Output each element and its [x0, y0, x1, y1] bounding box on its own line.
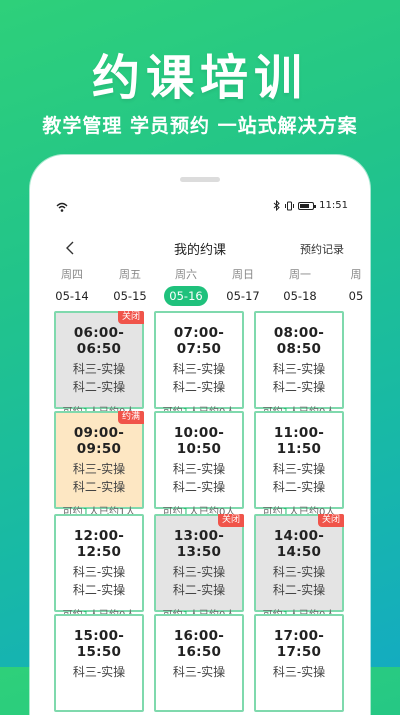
booking-records-link[interactable]: 预约记录 [300, 241, 344, 257]
date-value: 05-16 [164, 286, 208, 306]
time-slot-card[interactable]: 12:00-12:50科三-实操科二-实操可约1人已约0人 [54, 514, 144, 621]
wifi-icon [56, 202, 68, 212]
date-tab[interactable]: 周日 05-17 [215, 267, 271, 305]
time-slot-card[interactable]: 关闭06:00-06:50科三-实操科二-实操可约1人已约0人 [54, 311, 144, 418]
date-tab[interactable]: 周 05 [328, 267, 370, 305]
hero-title: 约课培训 [91, 50, 308, 106]
time-slot-card[interactable]: 15:00-15:50 科三-实操 [54, 614, 144, 712]
time-slot-card[interactable]: 关闭14:00-14:50科三-实操科二-实操可约1人已约0人 [254, 514, 344, 621]
time-slot-card[interactable]: 08:00-08:50科三-实操科二-实操可约1人已约0人 [254, 311, 344, 418]
time-slot-card[interactable]: 10:00-10:50 科三-实操 科二-实操 可约1人已约0人 [154, 411, 244, 518]
slot-course: 科三-实操 [272, 565, 326, 579]
date-weekday: 周五 [119, 268, 141, 281]
slot-course: 科二-实操 [172, 480, 226, 494]
slot-time: 15:00-15:50 [73, 628, 125, 660]
date-weekday: 周四 [61, 268, 83, 281]
slot-time: 14:00-14:50 [273, 528, 325, 560]
time-slot-card[interactable]: 16:00-16:50 科三-实操 [154, 614, 244, 712]
vibrate-icon [285, 201, 295, 210]
slot-status-tag: 关闭 [317, 514, 344, 527]
slot-course: 科三-实操 [272, 462, 326, 476]
date-value: 05-15 [113, 289, 147, 303]
date-value: 05 [348, 289, 364, 303]
nav-bar: 我的约课 预约记录 [30, 233, 370, 263]
time-slot-card[interactable]: 17:00-17:50 科三-实操 [254, 614, 344, 712]
date-value: 05-17 [226, 289, 260, 303]
slot-time: 16:00-16:50 [173, 628, 225, 660]
slot-time: 12:00-12:50 [73, 528, 125, 560]
slot-course: 科三-实操 [72, 462, 126, 476]
slot-time: 09:00-09:50 [73, 425, 125, 457]
status-bar: 11:51 [30, 199, 370, 217]
status-time: 11:51 [319, 200, 348, 211]
time-slot-card[interactable]: 关闭13:00-13:50科三-实操科二-实操可约1人已约0人 [154, 514, 244, 621]
slot-time: 06:00-06:50 [73, 325, 125, 357]
time-slot-card[interactable]: 07:00-07:50科三-实操科二-实操可约1人已约0人 [154, 311, 244, 418]
slot-course: 科二-实操 [272, 480, 326, 494]
hero-subtitle: 教学管理 学员预约 一站式解决方案 [42, 115, 358, 137]
slot-course: 科三-实操 [72, 665, 126, 679]
slot-course: 科三-实操 [172, 665, 226, 679]
slot-course: 科二-实操 [72, 480, 126, 494]
slot-status-tag: 关闭 [217, 514, 244, 527]
slot-time: 11:00-11:50 [273, 425, 325, 457]
status-icons: 11:51 [273, 200, 348, 211]
slot-course: 科三-实操 [172, 565, 226, 579]
slot-course: 科三-实操 [72, 565, 126, 579]
slot-status-tag: 约满 [117, 411, 144, 424]
date-value: 05-14 [55, 289, 89, 303]
slot-time: 10:00-10:50 [173, 425, 225, 457]
phone-speaker [180, 177, 220, 182]
date-weekday: 周一 [289, 268, 311, 281]
date-tab[interactable]: 周五 05-15 [102, 267, 158, 305]
battery-icon [298, 201, 317, 210]
slot-course: 科三-实操 [172, 362, 226, 376]
date-tab[interactable]: 周一 05-18 [272, 267, 328, 305]
slot-course: 科三-实操 [72, 362, 126, 376]
slot-time: 13:00-13:50 [173, 528, 225, 560]
slot-time: 17:00-17:50 [273, 628, 325, 660]
date-value: 05-18 [283, 289, 317, 303]
slot-course: 科二-实操 [272, 380, 326, 394]
time-slot-card[interactable]: 约满 09:00-09:50 科三-实操 科二-实操 可约1人已约1人 [54, 411, 144, 518]
date-tab[interactable]: 周四 05-14 [44, 267, 100, 305]
slot-course: 科二-实操 [172, 380, 226, 394]
phone-mockup: 11:51 我的约课 预约记录 周四 05-14 周五 05-15 周六 05-… [30, 155, 370, 715]
date-weekday: 周日 [232, 268, 254, 281]
bluetooth-icon [273, 200, 280, 211]
slot-course: 科三-实操 [272, 362, 326, 376]
date-weekday: 周六 [175, 268, 197, 281]
date-tab-active[interactable]: 周六 05-16 [158, 267, 214, 306]
slot-status-tag: 关闭 [117, 311, 144, 324]
slot-time: 08:00-08:50 [273, 325, 325, 357]
slot-course: 科二-实操 [272, 583, 326, 597]
slot-course: 科二-实操 [172, 583, 226, 597]
slot-course: 科二-实操 [72, 583, 126, 597]
slot-time: 07:00-07:50 [173, 325, 225, 357]
slot-course: 科三-实操 [172, 462, 226, 476]
slot-course: 科二-实操 [72, 380, 126, 394]
slot-course: 科三-实操 [272, 665, 326, 679]
date-selector: 周四 05-14 周五 05-15 周六 05-16 周日 05-17 周一 0… [30, 267, 370, 309]
date-weekday: 周 [350, 268, 362, 281]
time-slot-card[interactable]: 11:00-11:50 科三-实操 科二-实操 可约1人已约0人 [254, 411, 344, 518]
